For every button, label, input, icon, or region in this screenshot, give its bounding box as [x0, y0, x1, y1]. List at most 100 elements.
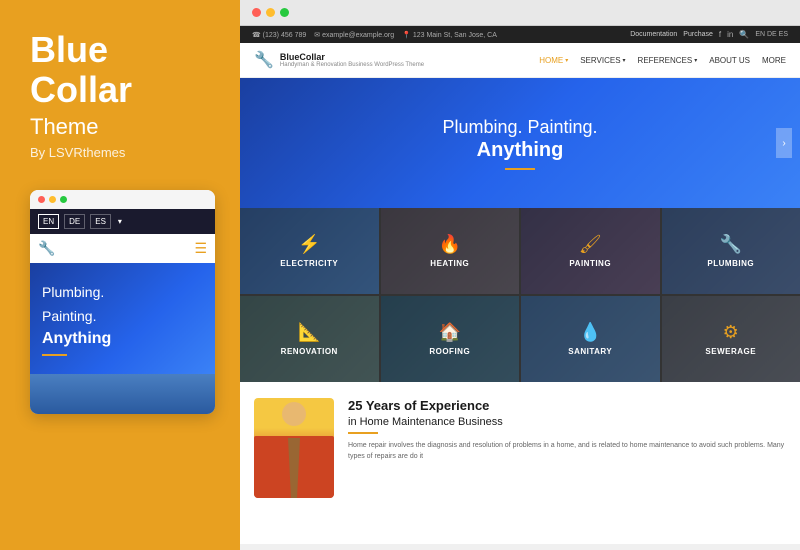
topbar-search-icon[interactable]: 🔍	[739, 30, 749, 39]
right-panel: ☎ (123) 456 789 ✉ example@example.org 📍 …	[240, 0, 800, 550]
theme-title: Blue Collar	[30, 30, 220, 109]
mobile-hamburger-icon[interactable]: ☰	[194, 240, 207, 257]
topbar-facebook-icon[interactable]: f	[719, 30, 721, 39]
site-logo: 🔧 BlueCollar Handyman & Renovation Busin…	[254, 50, 424, 70]
service-card-renovation[interactable]: 📐 Renovation	[240, 296, 379, 382]
topbar-phone: ☎ (123) 456 789	[252, 31, 306, 39]
experience-description: Home repair involves the diagnosis and r…	[348, 441, 786, 462]
service-overlay-heating: 🔥 Heating	[381, 208, 520, 294]
nav-more[interactable]: MORE	[762, 56, 786, 65]
mobile-preview: EN DE ES ▾ 🔧 ☰ Plumbing. Painting. Anyth…	[30, 190, 215, 414]
hero-content: Plumbing. Painting. Anything	[442, 116, 597, 170]
hero-bold-text: Anything	[442, 139, 597, 162]
mobile-header: 🔧 ☰	[30, 234, 215, 263]
nav-about[interactable]: ABOUT US	[709, 56, 750, 65]
lang-en[interactable]: EN	[38, 214, 59, 229]
worker-head	[282, 402, 306, 426]
site-hero: Plumbing. Painting. Anything ›	[240, 78, 800, 208]
topbar-linkedin-icon[interactable]: in	[727, 30, 733, 39]
worker-figure	[254, 398, 334, 498]
site-logo-name: BlueCollar	[280, 52, 424, 62]
topbar-doc-link[interactable]: Documentation	[630, 31, 677, 38]
experience-subtitle: in Home Maintenance Business	[348, 416, 786, 428]
experience-accent-line	[348, 432, 378, 434]
website-preview: ☎ (123) 456 789 ✉ example@example.org 📍 …	[240, 26, 800, 544]
experience-title: 25 Years of Experience	[348, 398, 786, 413]
service-label-heating: Heating	[430, 259, 469, 268]
sewerage-icon: ⚙	[723, 322, 739, 343]
experience-section: 25 Years of Experience in Home Maintenan…	[240, 382, 800, 514]
site-logo-icon: 🔧	[254, 50, 274, 70]
topbar-address: 📍 123 Main St, San Jose, CA	[402, 31, 497, 39]
mobile-dot-green	[60, 196, 67, 203]
services-grid: ⚡ Electricity 🔥 Heating 🖌 Painting	[240, 208, 800, 382]
service-card-sanitary[interactable]: 💧 Sanitary	[521, 296, 660, 382]
mobile-hero-text2: Painting.	[42, 307, 203, 327]
painting-icon: 🖌	[579, 234, 602, 255]
site-logo-text: BlueCollar Handyman & Renovation Busines…	[280, 52, 424, 68]
mobile-nav: EN DE ES ▾	[30, 209, 215, 234]
mobile-hero-accent-line	[42, 354, 67, 356]
topbar-left: ☎ (123) 456 789 ✉ example@example.org 📍 …	[252, 31, 497, 39]
mobile-hero: Plumbing. Painting. Anything	[30, 263, 215, 374]
service-card-roofing[interactable]: 🏠 Roofing	[381, 296, 520, 382]
hero-accent-line	[505, 168, 535, 170]
service-overlay-electricity: ⚡ Electricity	[240, 208, 379, 294]
site-header: 🔧 BlueCollar Handyman & Renovation Busin…	[240, 43, 800, 78]
site-nav: HOME▾ SERVICES▾ REFERENCES▾ ABOUT US MOR…	[539, 56, 786, 65]
browser-dot-yellow	[266, 8, 275, 17]
service-overlay-painting: 🖌 Painting	[521, 208, 660, 294]
service-overlay-sanitary: 💧 Sanitary	[521, 296, 660, 382]
service-overlay-plumbing: 🔧 Plumbing	[662, 208, 800, 294]
service-label-roofing: Roofing	[429, 347, 470, 356]
service-label-renovation: Renovation	[281, 347, 338, 356]
topbar-email: ✉ example@example.org	[314, 31, 394, 39]
topbar-right: Documentation Purchase f in 🔍 EN DE ES	[630, 30, 788, 39]
site-topbar: ☎ (123) 456 789 ✉ example@example.org 📍 …	[240, 26, 800, 43]
service-card-heating[interactable]: 🔥 Heating	[381, 208, 520, 294]
browser-dot-green	[280, 8, 289, 17]
topbar-langs: EN DE ES	[755, 31, 788, 38]
left-panel: Blue Collar Theme By LSVRthemes EN DE ES…	[0, 0, 240, 550]
heating-icon: 🔥	[439, 234, 461, 255]
nav-home[interactable]: HOME▾	[539, 56, 568, 65]
service-label-painting: Painting	[569, 259, 611, 268]
service-label-sanitary: Sanitary	[568, 347, 612, 356]
nav-references[interactable]: REFERENCES▾	[638, 56, 698, 65]
mobile-dot-yellow	[49, 196, 56, 203]
lang-es[interactable]: ES	[90, 214, 111, 229]
service-card-painting[interactable]: 🖌 Painting	[521, 208, 660, 294]
mobile-hero-bold: Anything	[42, 330, 203, 348]
service-label-electricity: Electricity	[280, 259, 338, 268]
lang-chevron-icon: ▾	[118, 217, 122, 226]
service-overlay-roofing: 🏠 Roofing	[381, 296, 520, 382]
site-logo-tagline: Handyman & Renovation Business WordPress…	[280, 62, 424, 68]
hero-text: Plumbing. Painting.	[442, 116, 597, 139]
service-card-electricity[interactable]: ⚡ Electricity	[240, 208, 379, 294]
service-card-plumbing[interactable]: 🔧 Plumbing	[662, 208, 800, 294]
mobile-dot-red	[38, 196, 45, 203]
mobile-logo-icon: 🔧	[38, 240, 55, 257]
theme-subtitle: Theme	[30, 114, 220, 140]
topbar-purchase-link[interactable]: Purchase	[683, 31, 713, 38]
mobile-thumbnail	[30, 374, 215, 414]
service-label-sewerage: Sewerage	[705, 347, 756, 356]
mobile-browser-chrome	[30, 190, 215, 209]
experience-content: 25 Years of Experience in Home Maintenan…	[348, 398, 786, 462]
browser-dot-red	[252, 8, 261, 17]
sanitary-icon: 💧	[579, 322, 601, 343]
service-card-sewerage[interactable]: ⚙ Sewerage	[662, 296, 800, 382]
nav-services[interactable]: SERVICES▾	[580, 56, 625, 65]
service-overlay-renovation: 📐 Renovation	[240, 296, 379, 382]
roofing-icon: 🏠	[439, 322, 461, 343]
lang-de[interactable]: DE	[64, 214, 85, 229]
browser-chrome	[240, 0, 800, 26]
hero-next-arrow[interactable]: ›	[776, 128, 792, 158]
service-overlay-sewerage: ⚙ Sewerage	[662, 296, 800, 382]
electricity-icon: ⚡	[298, 234, 320, 255]
service-label-plumbing: Plumbing	[707, 259, 754, 268]
plumbing-icon: 🔧	[720, 234, 742, 255]
renovation-icon: 📐	[298, 322, 320, 343]
mobile-hero-text1: Plumbing.	[42, 283, 203, 303]
theme-by: By LSVRthemes	[30, 145, 220, 160]
